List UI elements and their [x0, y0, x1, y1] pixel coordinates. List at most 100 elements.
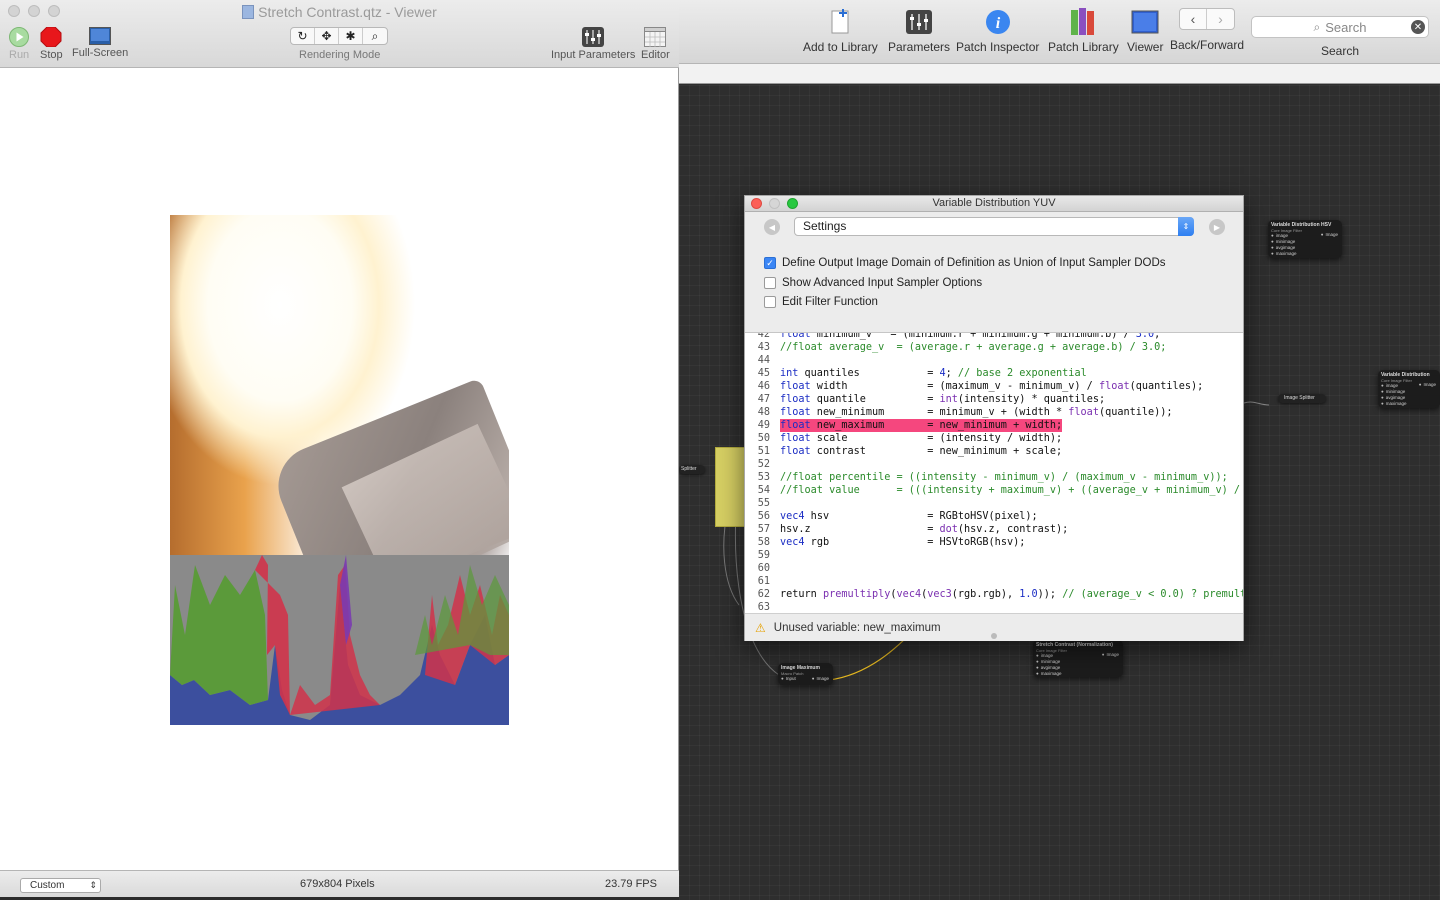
code-line[interactable]: 55: [745, 497, 1243, 510]
patch-title: Splitter: [681, 466, 697, 472]
patch-inspector-button[interactable]: i Patch Inspector: [956, 8, 1039, 54]
edit-filter-function-checkbox[interactable]: Edit Filter Function: [764, 296, 878, 308]
viewer-window: Stretch Contrast.qtz - Viewer Run Stop F…: [0, 0, 679, 897]
resize-handle[interactable]: [991, 633, 997, 639]
checkbox-unchecked-icon: [764, 296, 776, 308]
code-text: float width = (maximum_v - minimum_v) / …: [780, 381, 1204, 392]
line-number: 52: [757, 459, 770, 470]
code-line[interactable]: 57 hsv.z = dot(hsv.z, contrast);: [745, 523, 1243, 536]
dimensions-readout: 679x804 Pixels: [300, 878, 375, 890]
search-icon: ⌕: [1313, 19, 1321, 34]
code-line[interactable]: 43 //float average_v = (average.r + avera…: [745, 341, 1243, 354]
size-mode-select[interactable]: Custom: [20, 878, 101, 893]
code-line[interactable]: 63: [745, 601, 1243, 613]
code-line[interactable]: 46 float width = (maximum_v - minimum_v) …: [745, 380, 1243, 393]
parameters-button[interactable]: Parameters: [888, 8, 950, 54]
editor-button[interactable]: Editor: [641, 27, 670, 61]
line-number: 47: [757, 394, 770, 405]
window-title: Stretch Contrast.qtz - Viewer: [0, 4, 679, 20]
close-button[interactable]: [751, 198, 762, 209]
line-number: 56: [757, 511, 770, 522]
note-comment[interactable]: [715, 447, 745, 527]
previous-pane-icon[interactable]: ◀: [764, 219, 780, 235]
full-screen-button[interactable]: Full-Screen: [72, 27, 128, 59]
input-port[interactable]: maximage: [1036, 671, 1120, 677]
code-text: hsv.z = dot(hsv.z, contrast);: [780, 524, 1069, 535]
minimize-button[interactable]: [769, 198, 780, 209]
show-advanced-sampler-checkbox[interactable]: Show Advanced Input Sampler Options: [764, 277, 982, 289]
code-line[interactable]: 44: [745, 354, 1243, 367]
patch-image-maximum[interactable]: Image Maximum Macro Patch Input Image: [778, 663, 833, 685]
code-line[interactable]: 60: [745, 562, 1243, 575]
code-line[interactable]: 62 return premultiply(vec4(vec3(rgb.rgb),…: [745, 588, 1243, 601]
code-line[interactable]: 53 //float percentile = ((intensity - min…: [745, 471, 1243, 484]
code-line[interactable]: 59: [745, 549, 1243, 562]
output-port[interactable]: Image: [1419, 382, 1436, 388]
viewer-button[interactable]: Viewer: [1127, 8, 1163, 54]
patch-variable-distribution[interactable]: Variable Distribution Core Image Filter …: [1378, 370, 1440, 408]
add-to-library-icon: [826, 8, 854, 36]
patch-inspector-label: Patch Inspector: [956, 40, 1040, 54]
add-to-library-label: Add to Library: [803, 40, 878, 54]
checkbox-label: Edit Filter Function: [782, 296, 878, 308]
patch-image-splitter[interactable]: Image Splitter: [1278, 394, 1326, 403]
code-editor[interactable]: 42 float minimum_v = (minimum.r + minimum…: [745, 332, 1243, 613]
line-number: 49: [757, 420, 770, 431]
input-parameters-button[interactable]: Input Parameters: [551, 27, 635, 61]
code-line[interactable]: 45 int quantiles = 4; // base 2 exponenti…: [745, 367, 1243, 380]
stop-button[interactable]: Stop: [40, 27, 63, 61]
move-icon[interactable]: ✥: [315, 28, 339, 44]
input-port[interactable]: maximage: [1381, 401, 1437, 407]
line-number: 44: [757, 355, 770, 366]
patch-variable-distribution-hsv[interactable]: Variable Distribution HSV Core Image Fil…: [1268, 220, 1342, 258]
output-port[interactable]: Image: [1102, 652, 1119, 658]
debug-bug-icon[interactable]: ✱: [339, 28, 363, 44]
line-number: 59: [757, 550, 770, 561]
line-number: 50: [757, 433, 770, 444]
output-port[interactable]: Image: [812, 676, 829, 682]
code-line[interactable]: 48 float new_minimum = minimum_v + (width…: [745, 406, 1243, 419]
patch-library-label: Patch Library: [1048, 40, 1119, 54]
patch-library-button[interactable]: Patch Library: [1048, 8, 1119, 54]
editor-label: Editor: [641, 49, 670, 61]
back-arrow-icon[interactable]: ‹: [1180, 9, 1208, 29]
code-line[interactable]: 50 float scale = (intensity / width);: [745, 432, 1243, 445]
histogram-image: [170, 555, 509, 725]
code-line[interactable]: 56 vec4 hsv = RGBtoHSV(pixel);: [745, 510, 1243, 523]
viewer-label: Viewer: [1127, 40, 1164, 54]
editor-grid-icon: [644, 27, 667, 47]
books-icon: [1069, 8, 1097, 36]
back-forward-control[interactable]: ‹ › Back/Forward: [1170, 8, 1244, 52]
zoom-icon[interactable]: ⌕: [363, 28, 387, 44]
add-to-library-button[interactable]: Add to Library: [803, 8, 878, 54]
output-port[interactable]: Image: [1321, 232, 1338, 238]
code-line[interactable]: 51 float contrast = new_minimum + scale;: [745, 445, 1243, 458]
patch-stretch-contrast[interactable]: Stretch Contrast (Normalization) Core Im…: [1033, 640, 1123, 677]
code-line[interactable]: 42 float minimum_v = (minimum.r + minimum…: [745, 333, 1243, 341]
code-line[interactable]: 47 float quantile = int(intensity) * quan…: [745, 393, 1243, 406]
define-dod-checkbox[interactable]: ✓ Define Output Image Domain of Definiti…: [764, 257, 1166, 269]
settings-select[interactable]: Settings ⇕: [794, 217, 1194, 236]
full-screen-label: Full-Screen: [72, 47, 129, 59]
next-pane-icon[interactable]: ▶: [1209, 219, 1225, 235]
refresh-icon[interactable]: ↻: [291, 28, 315, 44]
clear-search-icon[interactable]: ✕: [1411, 20, 1425, 34]
patch-splitter[interactable]: Splitter: [679, 465, 705, 474]
code-line[interactable]: 52: [745, 458, 1243, 471]
forward-arrow-icon[interactable]: ›: [1207, 9, 1234, 29]
code-line[interactable]: 54 //float value = (((intensity + maximum…: [745, 484, 1243, 497]
line-number: 48: [757, 407, 770, 418]
line-number: 58: [757, 537, 770, 548]
run-button[interactable]: Run: [9, 27, 29, 61]
code-line[interactable]: 49 float new_maximum = new_minimum + widt…: [745, 419, 1243, 432]
input-port[interactable]: maximage: [1271, 251, 1339, 257]
code-text: float contrast = new_minimum + scale;: [780, 446, 1063, 457]
line-number: 57: [757, 524, 770, 535]
search-input[interactable]: ⌕ Search ✕: [1251, 16, 1429, 38]
code-line[interactable]: 58 vec4 rgb = HSVtoRGB(hsv);: [745, 536, 1243, 549]
code-line[interactable]: 61: [745, 575, 1243, 588]
code-text: vec4 rgb = HSVtoRGB(hsv);: [780, 537, 1026, 548]
warning-icon: ⚠: [755, 620, 766, 635]
line-number: 61: [757, 576, 770, 587]
zoom-button[interactable]: [787, 198, 798, 209]
